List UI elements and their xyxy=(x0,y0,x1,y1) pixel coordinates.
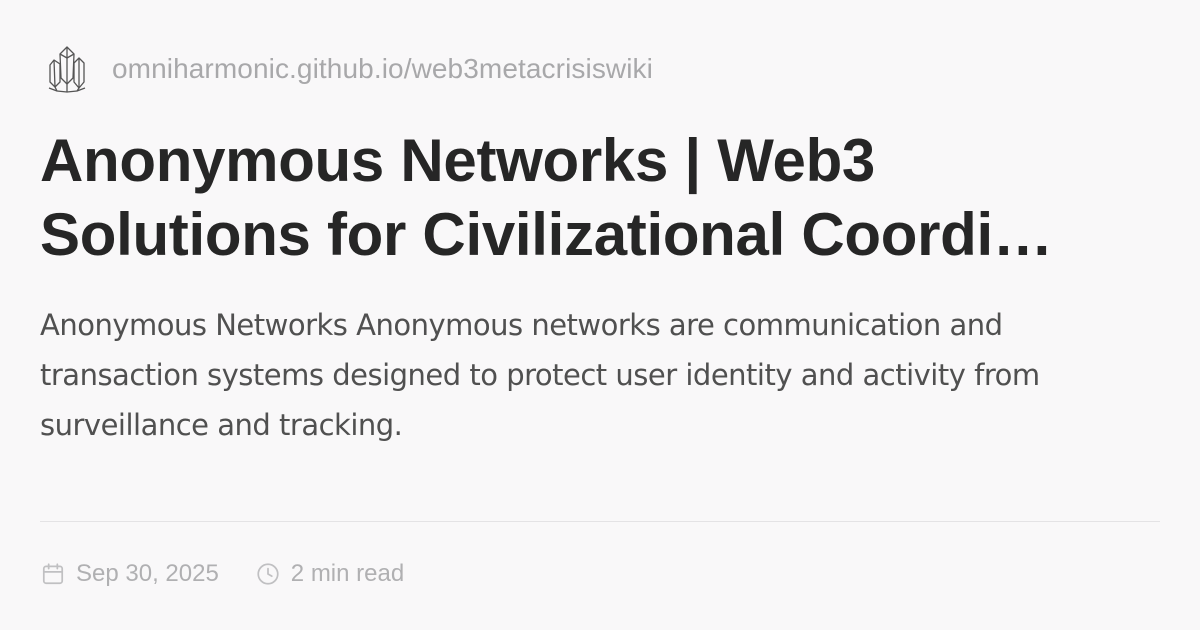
site-url[interactable]: omniharmonic.github.io/web3metacrisiswik… xyxy=(112,53,653,85)
page-title-line-1: Anonymous Networks | Web3 xyxy=(40,127,875,194)
site-header: omniharmonic.github.io/web3metacrisiswik… xyxy=(46,42,653,96)
article-description: Anonymous Networks Anonymous networks ar… xyxy=(40,308,1040,442)
crystal-cluster-icon xyxy=(46,42,88,96)
clock-icon xyxy=(255,561,281,587)
publish-date: Sep 30, 2025 xyxy=(40,560,219,588)
page-title-line-2: Solutions for Civilizational Coordi… xyxy=(40,201,1053,268)
calendar-icon xyxy=(40,561,66,587)
page-title: Anonymous Networks | Web3 Solutions for … xyxy=(40,124,1160,272)
publish-date-text: Sep 30, 2025 xyxy=(76,560,219,587)
divider xyxy=(40,521,1160,522)
read-time-text: 2 min read xyxy=(290,560,405,587)
article-meta: Sep 30, 2025 2 min read xyxy=(40,556,404,592)
read-time: 2 min read xyxy=(255,560,404,588)
